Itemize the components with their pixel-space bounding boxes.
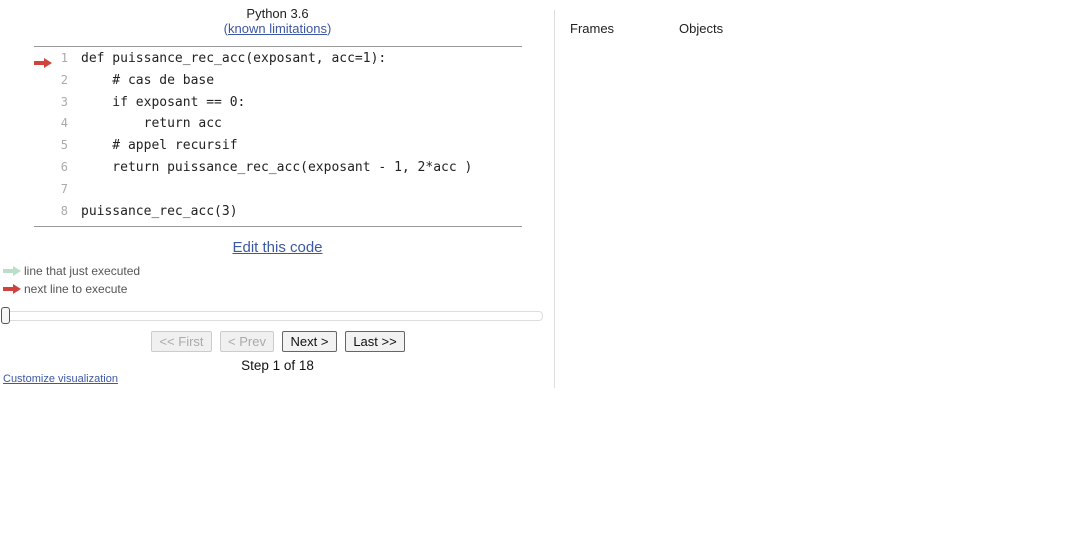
code-line: 4 return acc [34,113,522,135]
legend-executed-label: line that just executed [24,264,141,278]
execution-slider[interactable] [1,307,543,324]
line-arrow-slot [34,98,52,108]
line-code: def puissance_rec_acc(exposant, acc=1): [81,51,387,66]
step-counter: Step 1 of 18 [241,358,314,373]
line-arrow-slot [34,163,52,173]
code-line: 7 [34,179,522,201]
red-arrow-icon [3,284,21,294]
code-display: 1 def puissance_rec_acc(exposant, acc=1):… [34,46,522,227]
current-line-arrow-icon [34,54,52,68]
line-code: return acc [81,116,222,132]
line-number: 3 [60,94,68,109]
known-limitations-link[interactable]: known limitations [228,21,327,36]
line-number: 4 [60,116,68,131]
line-number: 6 [60,160,68,174]
code-line: 3 if exposant == 0: [34,92,522,114]
line-arrow-slot [34,141,52,151]
line-number: 2 [60,72,68,87]
code-line: 2 # cas de base [34,70,522,92]
code-pane: Python 3.6 (known limitations) 1 def puis… [0,0,555,390]
code-line: 6 return puissance_rec_acc(exposant - 1,… [34,157,522,179]
line-code: return puissance_rec_acc(exposant - 1, 2… [81,160,473,175]
prev-button[interactable]: < Prev [220,331,274,352]
limitations-line: (known limitations) [0,21,555,36]
line-number: 5 [60,138,68,153]
next-button[interactable]: Next > [282,331,337,352]
pane-divider [554,10,555,388]
line-arrow-slot [34,76,52,86]
customize-visualization-link[interactable]: Customize visualization [3,373,118,385]
code-line: 5 # appel recursif [34,135,522,157]
slider-handle[interactable] [1,307,10,324]
objects-header: Objects [679,21,724,36]
line-arrow-slot [34,207,52,217]
line-number: 1 [60,51,68,65]
code-line: 8 puissance_rec_acc(3) [34,201,522,223]
line-code: # cas de base [81,72,215,88]
line-code: # appel recursif [81,138,238,154]
language-label: Python 3.6 [246,6,309,21]
line-arrow-slot [34,119,52,129]
legend-next-label: next line to execute [24,282,128,296]
line-arrow-slot [34,185,52,195]
limitations-close-paren: ) [327,21,332,36]
edit-code-link[interactable]: Edit this code [0,239,555,256]
code-line: 1 def puissance_rec_acc(exposant, acc=1): [34,48,522,70]
last-button[interactable]: Last >> [345,331,405,352]
first-button[interactable]: << First [151,331,212,352]
line-number: 8 [60,203,68,218]
light-green-arrow-icon [3,266,21,276]
line-code: puissance_rec_acc(3) [81,203,238,219]
frames-header: Frames [570,21,615,36]
line-code: if exposant == 0: [81,94,246,110]
line-number: 7 [60,181,68,196]
